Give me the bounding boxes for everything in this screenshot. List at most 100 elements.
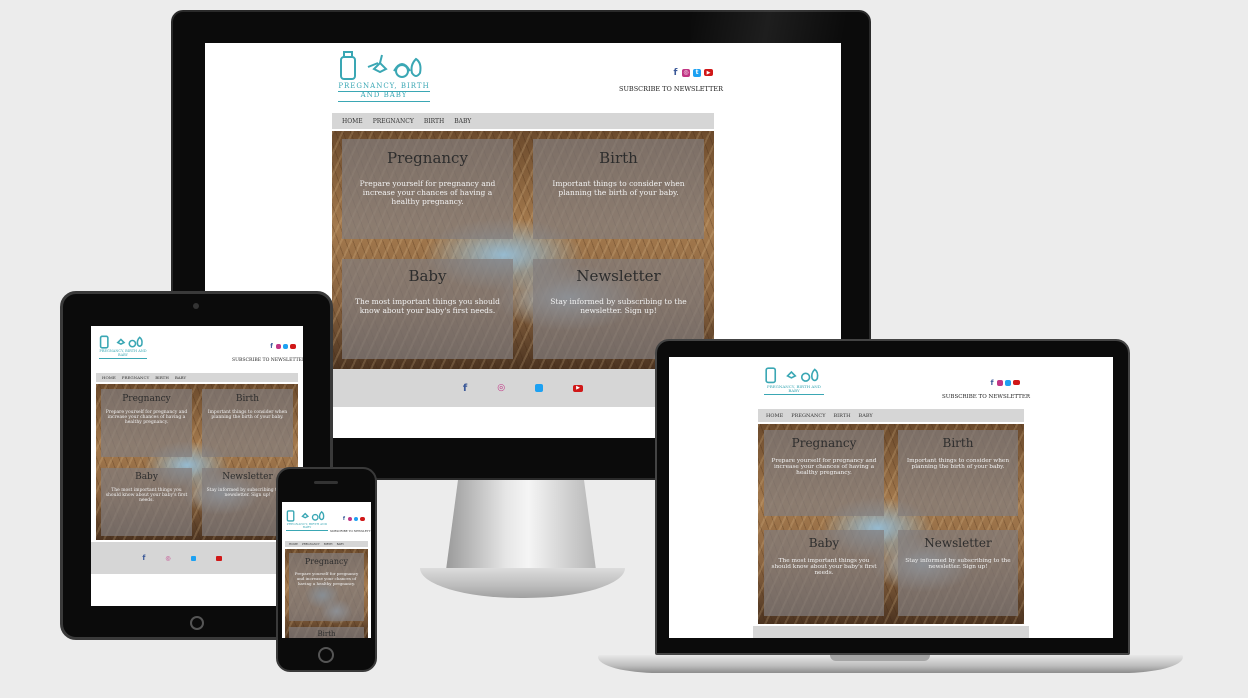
card-title: Pregnancy: [791, 436, 857, 450]
card-title: Birth: [235, 394, 260, 404]
card-pregnancy[interactable]: Pregnancy Prepare yourself for pregnancy…: [101, 389, 192, 457]
nav-baby[interactable]: BABY: [859, 413, 873, 419]
card-desc: Important things to consider when planni…: [906, 458, 1010, 470]
youtube-icon[interactable]: [290, 343, 296, 349]
nav-baby[interactable]: BABY: [175, 375, 186, 380]
desktop-nav: HOME PREGNANCY BIRTH BABY: [332, 113, 714, 129]
card-pregnancy[interactable]: Pregnancy Prepare yourself for pregnancy…: [764, 430, 884, 516]
instagram-icon[interactable]: [997, 379, 1003, 386]
facebook-icon[interactable]: f: [269, 343, 274, 350]
phone-site: Pregnancy, Birth and Baby f SUBSCRIBE TO…: [282, 502, 371, 638]
footer-instagram-icon[interactable]: ◎: [165, 555, 170, 562]
card-title: Baby: [408, 267, 447, 285]
tablet-camera: [193, 303, 199, 309]
instagram-icon[interactable]: [276, 343, 281, 349]
phone-hero: Pregnancy Prepare yourself for pregnancy…: [285, 549, 368, 638]
nav-pregnancy[interactable]: PREGNANCY: [791, 413, 825, 419]
twitter-icon[interactable]: [1005, 379, 1011, 386]
footer-twitter-icon[interactable]: [535, 384, 544, 392]
baby-items-logo-icon: [99, 335, 143, 349]
tablet-subscribe-link[interactable]: SUBSCRIBE TO NEWSLETTER: [232, 358, 303, 363]
laptop-nav: HOME PREGNANCY BIRTH BABY: [758, 409, 1024, 422]
nav-pregnancy[interactable]: PREGNANCY: [373, 118, 414, 125]
nav-baby[interactable]: BABY: [337, 543, 344, 546]
laptop-site: Pregnancy, Birth and Baby f SUBSCRIBE TO…: [669, 357, 1113, 638]
card-desc: Prepare yourself for pregnancy and incre…: [105, 410, 188, 425]
youtube-icon[interactable]: ▶: [704, 69, 713, 76]
laptop-notch: [830, 655, 930, 661]
card-pregnancy[interactable]: Pregnancy Prepare yourself for pregnancy…: [289, 553, 364, 621]
instagram-icon[interactable]: [348, 516, 352, 521]
nav-home[interactable]: HOME: [766, 413, 783, 419]
twitter-icon[interactable]: [283, 343, 288, 349]
footer-youtube-icon[interactable]: ▶: [573, 384, 584, 392]
footer-facebook-icon[interactable]: f: [142, 554, 145, 562]
footer-youtube-icon[interactable]: [215, 555, 222, 561]
nav-home[interactable]: HOME: [102, 375, 116, 380]
nav-pregnancy[interactable]: PREGNANCY: [122, 375, 149, 380]
footer-twitter-icon[interactable]: [190, 555, 196, 561]
tablet-home-button[interactable]: [190, 616, 204, 630]
card-title: Pregnancy: [122, 394, 171, 404]
laptop-logo[interactable]: Pregnancy, Birth and Baby: [764, 363, 824, 395]
nav-home[interactable]: HOME: [342, 118, 363, 125]
nav-baby[interactable]: BABY: [454, 118, 471, 125]
card-birth[interactable]: Birth Important things to consider when …: [202, 389, 293, 457]
card-birth[interactable]: Birth Important things to consider when …: [898, 430, 1018, 516]
desktop-subscribe-link[interactable]: SUBSCRIBE TO NEWSLETTER: [619, 85, 723, 93]
card-title: Birth: [942, 436, 974, 450]
nav-home[interactable]: HOME: [289, 543, 298, 546]
laptop-brand: Pregnancy, Birth and Baby: [764, 384, 824, 395]
desktop-hero: Pregnancy Prepare yourself for pregnancy…: [332, 131, 714, 369]
card-title: Baby: [808, 536, 840, 550]
nav-birth[interactable]: BIRTH: [424, 118, 444, 125]
card-baby[interactable]: Baby The most important things you shoul…: [764, 530, 884, 616]
tablet-logo[interactable]: Pregnancy, Birth and Baby: [99, 332, 147, 359]
instagram-icon[interactable]: ◎: [682, 68, 690, 77]
tablet-brand: Pregnancy, Birth and Baby: [99, 349, 147, 359]
phone-header-socials: f: [342, 516, 365, 522]
monitor-stand-neck: [446, 480, 596, 570]
card-desc: Prepare yourself for pregnancy and incre…: [294, 571, 359, 586]
tablet-footer: f ◎: [91, 542, 303, 574]
tablet-nav: HOME PREGNANCY BIRTH BABY: [96, 373, 298, 382]
card-desc: Prepare yourself for pregnancy and incre…: [359, 179, 496, 206]
card-desc: The most important things you should kno…: [355, 297, 500, 315]
card-title: Newsletter: [576, 267, 661, 285]
youtube-icon[interactable]: [360, 516, 365, 521]
baby-items-logo-icon: [765, 367, 819, 384]
twitter-icon[interactable]: [354, 516, 358, 521]
phone-subscribe-link[interactable]: SUBSCRIBE TO NEWSLETTER: [330, 529, 371, 533]
facebook-icon[interactable]: f: [672, 68, 679, 78]
baby-items-logo-icon: [340, 51, 422, 80]
card-desc: Important things to consider when planni…: [552, 179, 685, 197]
facebook-icon[interactable]: f: [989, 379, 995, 387]
phone-nav: HOME PREGNANCY BIRTH BABY: [285, 541, 368, 547]
card-baby[interactable]: Baby The most important things you shoul…: [342, 259, 513, 359]
nav-birth[interactable]: BIRTH: [155, 375, 169, 380]
nav-pregnancy[interactable]: PREGNANCY: [302, 543, 320, 546]
card-pregnancy[interactable]: Pregnancy Prepare yourself for pregnancy…: [342, 139, 513, 239]
desktop-logo[interactable]: Pregnancy, Birth and Baby: [338, 49, 430, 103]
card-desc: Stay informed by subscribing to the news…: [905, 558, 1011, 570]
twitter-icon[interactable]: t: [693, 68, 701, 77]
phone-home-button[interactable]: [318, 647, 334, 663]
card-title: Newsletter: [924, 536, 992, 550]
card-title: Baby: [135, 472, 158, 482]
laptop-subscribe-link[interactable]: SUBSCRIBE TO NEWSLETTER: [942, 394, 1030, 400]
facebook-icon[interactable]: f: [342, 516, 346, 522]
nav-birth[interactable]: BIRTH: [834, 413, 851, 419]
footer-facebook-icon[interactable]: f: [463, 383, 467, 394]
card-newsletter[interactable]: Newsletter Stay informed by subscribing …: [898, 530, 1018, 616]
footer-instagram-icon[interactable]: ◎: [497, 383, 505, 393]
card-birth[interactable]: Birth: [289, 627, 364, 638]
tablet-hero: Pregnancy Prepare yourself for pregnancy…: [96, 384, 298, 540]
card-title: Birth: [599, 149, 638, 167]
card-desc: The most important things you should kno…: [771, 558, 877, 576]
card-birth[interactable]: Birth Important things to consider when …: [533, 139, 704, 239]
card-baby[interactable]: Baby The most important things you shoul…: [101, 468, 192, 536]
phone-logo[interactable]: Pregnancy, Birth and Baby: [286, 507, 328, 531]
nav-birth[interactable]: BIRTH: [324, 543, 333, 546]
youtube-icon[interactable]: [1013, 380, 1020, 385]
phone-brand: Pregnancy, Birth and Baby: [286, 522, 328, 531]
